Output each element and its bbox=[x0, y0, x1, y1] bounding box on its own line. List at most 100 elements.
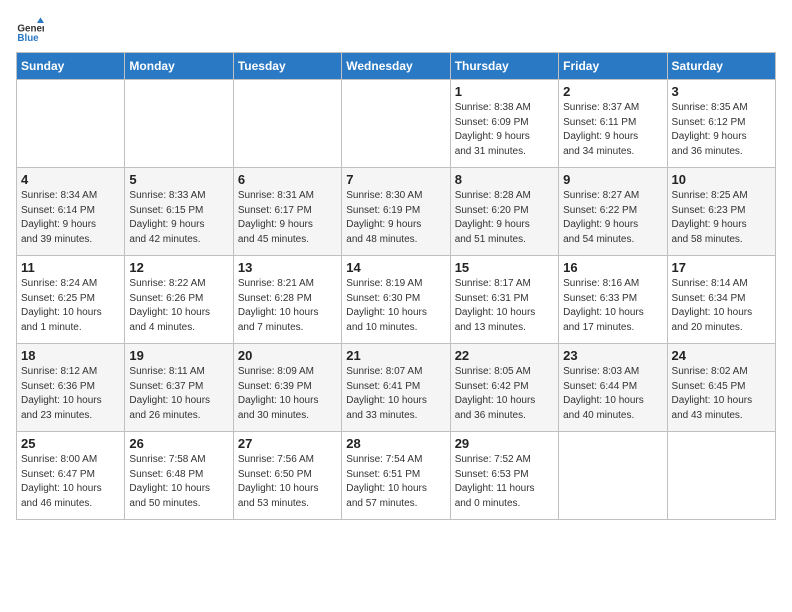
day-info: Sunrise: 8:38 AM Sunset: 6:09 PM Dayligh… bbox=[455, 101, 554, 159]
day-number: 13 bbox=[238, 260, 337, 275]
day-info: Sunrise: 8:02 AM Sunset: 6:45 PM Dayligh… bbox=[672, 365, 771, 423]
calendar-cell bbox=[342, 80, 450, 168]
day-info: Sunrise: 8:16 AM Sunset: 6:33 PM Dayligh… bbox=[563, 277, 662, 335]
day-number: 6 bbox=[238, 172, 337, 187]
day-number: 7 bbox=[346, 172, 445, 187]
day-info: Sunrise: 7:56 AM Sunset: 6:50 PM Dayligh… bbox=[238, 453, 337, 511]
day-number: 22 bbox=[455, 348, 554, 363]
day-number: 10 bbox=[672, 172, 771, 187]
day-info: Sunrise: 7:58 AM Sunset: 6:48 PM Dayligh… bbox=[129, 453, 228, 511]
day-number: 14 bbox=[346, 260, 445, 275]
calendar-cell: 21Sunrise: 8:07 AM Sunset: 6:41 PM Dayli… bbox=[342, 344, 450, 432]
calendar-table: SundayMondayTuesdayWednesdayThursdayFrid… bbox=[16, 52, 776, 520]
calendar-cell: 19 Sunrise: 8:11 AM Sunset: 6:37 PM Dayli… bbox=[125, 344, 233, 432]
day-info: Sunrise: 8:33 AM Sunset: 6:15 PM Dayligh… bbox=[129, 189, 228, 247]
day-info: Sunrise: 7:54 AM Sunset: 6:51 PM Dayligh… bbox=[346, 453, 445, 511]
day-info: Sunrise: 8:27 AM Sunset: 6:22 PM Dayligh… bbox=[563, 189, 662, 247]
weekday-header-friday: Friday bbox=[559, 53, 667, 80]
weekday-header-thursday: Thursday bbox=[450, 53, 558, 80]
day-info: Sunrise: 8:00 AM Sunset: 6:47 PM Dayligh… bbox=[21, 453, 120, 511]
calendar-cell: 4 Sunrise: 8:34 AM Sunset: 6:14 PM Daylig… bbox=[17, 168, 125, 256]
calendar-cell: 5 Sunrise: 8:33 AM Sunset: 6:15 PM Daylig… bbox=[125, 168, 233, 256]
calendar-cell: 24 Sunrise: 8:02 AM Sunset: 6:45 PM Dayli… bbox=[667, 344, 775, 432]
day-number: 8 bbox=[455, 172, 554, 187]
calendar-cell: 9 Sunrise: 8:27 AM Sunset: 6:22 PM Daylig… bbox=[559, 168, 667, 256]
day-number: 26 bbox=[129, 436, 228, 451]
calendar-cell: 11Sunrise: 8:24 AM Sunset: 6:25 PM Dayli… bbox=[17, 256, 125, 344]
day-number: 5 bbox=[129, 172, 228, 187]
weekday-header-saturday: Saturday bbox=[667, 53, 775, 80]
calendar-cell: 25 Sunrise: 8:00 AM Sunset: 6:47 PM Dayli… bbox=[17, 432, 125, 520]
calendar-cell bbox=[125, 80, 233, 168]
calendar-cell bbox=[233, 80, 341, 168]
day-info: Sunrise: 8:22 AM Sunset: 6:26 PM Dayligh… bbox=[129, 277, 228, 335]
calendar-cell: 26 Sunrise: 7:58 AM Sunset: 6:48 PM Dayli… bbox=[125, 432, 233, 520]
logo-icon: General Blue bbox=[16, 16, 44, 44]
day-number: 27 bbox=[238, 436, 337, 451]
day-info: Sunrise: 8:09 AM Sunset: 6:39 PM Dayligh… bbox=[238, 365, 337, 423]
day-number: 21 bbox=[346, 348, 445, 363]
day-number: 23 bbox=[563, 348, 662, 363]
calendar-cell: 13 Sunrise: 8:21 AM Sunset: 6:28 PM Dayli… bbox=[233, 256, 341, 344]
calendar-cell: 20 Sunrise: 8:09 AM Sunset: 6:39 PM Dayli… bbox=[233, 344, 341, 432]
day-info: Sunrise: 8:05 AM Sunset: 6:42 PM Dayligh… bbox=[455, 365, 554, 423]
day-number: 4 bbox=[21, 172, 120, 187]
day-info: Sunrise: 8:28 AM Sunset: 6:20 PM Dayligh… bbox=[455, 189, 554, 247]
day-info: Sunrise: 8:17 AM Sunset: 6:31 PM Dayligh… bbox=[455, 277, 554, 335]
page-header: General Blue bbox=[16, 16, 776, 44]
weekday-header-monday: Monday bbox=[125, 53, 233, 80]
calendar-cell: 2 Sunrise: 8:37 AM Sunset: 6:11 PM Daylig… bbox=[559, 80, 667, 168]
calendar-cell: 7 Sunrise: 8:30 AM Sunset: 6:19 PM Daylig… bbox=[342, 168, 450, 256]
calendar-cell bbox=[559, 432, 667, 520]
day-number: 9 bbox=[563, 172, 662, 187]
svg-text:Blue: Blue bbox=[17, 33, 39, 44]
day-number: 29 bbox=[455, 436, 554, 451]
day-info: Sunrise: 8:11 AM Sunset: 6:37 PM Dayligh… bbox=[129, 365, 228, 423]
calendar-cell: 16 Sunrise: 8:16 AM Sunset: 6:33 PM Dayli… bbox=[559, 256, 667, 344]
logo: General Blue bbox=[16, 16, 48, 44]
calendar-cell bbox=[667, 432, 775, 520]
calendar-cell: 27 Sunrise: 7:56 AM Sunset: 6:50 PM Dayli… bbox=[233, 432, 341, 520]
weekday-header-tuesday: Tuesday bbox=[233, 53, 341, 80]
day-info: Sunrise: 8:03 AM Sunset: 6:44 PM Dayligh… bbox=[563, 365, 662, 423]
day-info: Sunrise: 7:52 AM Sunset: 6:53 PM Dayligh… bbox=[455, 453, 554, 511]
calendar-cell: 23 Sunrise: 8:03 AM Sunset: 6:44 PM Dayli… bbox=[559, 344, 667, 432]
day-number: 16 bbox=[563, 260, 662, 275]
calendar-cell: 1 Sunrise: 8:38 AM Sunset: 6:09 PM Daylig… bbox=[450, 80, 558, 168]
weekday-header-wednesday: Wednesday bbox=[342, 53, 450, 80]
day-number: 24 bbox=[672, 348, 771, 363]
calendar-cell: 29 Sunrise: 7:52 AM Sunset: 6:53 PM Dayli… bbox=[450, 432, 558, 520]
day-info: Sunrise: 8:12 AM Sunset: 6:36 PM Dayligh… bbox=[21, 365, 120, 423]
day-info: Sunrise: 8:34 AM Sunset: 6:14 PM Dayligh… bbox=[21, 189, 120, 247]
calendar-cell: 17 Sunrise: 8:14 AM Sunset: 6:34 PM Dayli… bbox=[667, 256, 775, 344]
day-number: 1 bbox=[455, 84, 554, 99]
day-info: Sunrise: 8:35 AM Sunset: 6:12 PM Dayligh… bbox=[672, 101, 771, 159]
day-number: 17 bbox=[672, 260, 771, 275]
day-number: 20 bbox=[238, 348, 337, 363]
calendar-cell bbox=[17, 80, 125, 168]
day-info: Sunrise: 8:14 AM Sunset: 6:34 PM Dayligh… bbox=[672, 277, 771, 335]
day-number: 15 bbox=[455, 260, 554, 275]
calendar-cell: 18 Sunrise: 8:12 AM Sunset: 6:36 PM Dayli… bbox=[17, 344, 125, 432]
day-info: Sunrise: 8:30 AM Sunset: 6:19 PM Dayligh… bbox=[346, 189, 445, 247]
calendar-cell: 12Sunrise: 8:22 AM Sunset: 6:26 PM Dayli… bbox=[125, 256, 233, 344]
day-info: Sunrise: 8:37 AM Sunset: 6:11 PM Dayligh… bbox=[563, 101, 662, 159]
day-number: 19 bbox=[129, 348, 228, 363]
calendar-cell: 6 Sunrise: 8:31 AM Sunset: 6:17 PM Daylig… bbox=[233, 168, 341, 256]
day-number: 18 bbox=[21, 348, 120, 363]
calendar-cell: 22 Sunrise: 8:05 AM Sunset: 6:42 PM Dayli… bbox=[450, 344, 558, 432]
weekday-header-sunday: Sunday bbox=[17, 53, 125, 80]
day-number: 3 bbox=[672, 84, 771, 99]
calendar-cell: 10Sunrise: 8:25 AM Sunset: 6:23 PM Dayli… bbox=[667, 168, 775, 256]
day-info: Sunrise: 8:31 AM Sunset: 6:17 PM Dayligh… bbox=[238, 189, 337, 247]
day-info: Sunrise: 8:21 AM Sunset: 6:28 PM Dayligh… bbox=[238, 277, 337, 335]
day-info: Sunrise: 8:19 AM Sunset: 6:30 PM Dayligh… bbox=[346, 277, 445, 335]
day-number: 28 bbox=[346, 436, 445, 451]
day-number: 11 bbox=[21, 260, 120, 275]
day-number: 25 bbox=[21, 436, 120, 451]
calendar-cell: 3 Sunrise: 8:35 AM Sunset: 6:12 PM Daylig… bbox=[667, 80, 775, 168]
calendar-cell: 28 Sunrise: 7:54 AM Sunset: 6:51 PM Dayli… bbox=[342, 432, 450, 520]
day-number: 2 bbox=[563, 84, 662, 99]
calendar-cell: 15 Sunrise: 8:17 AM Sunset: 6:31 PM Dayli… bbox=[450, 256, 558, 344]
calendar-cell: 14 Sunrise: 8:19 AM Sunset: 6:30 PM Dayli… bbox=[342, 256, 450, 344]
